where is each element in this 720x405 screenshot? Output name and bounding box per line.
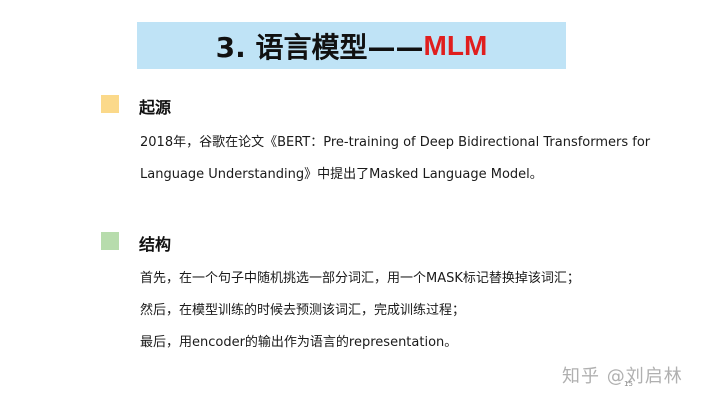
slide-title-accent: MLM bbox=[423, 29, 488, 61]
section-heading-origin: 起源 bbox=[139, 98, 172, 117]
origin-text-line: 2018年，谷歌在论文《BERT：Pre-training of Deep Bi… bbox=[140, 135, 651, 150]
section-marker-structure bbox=[101, 232, 119, 250]
slide-title-banner: 3. 语言模型—— MLM bbox=[137, 22, 566, 69]
structure-text-line: 最后，用encoder的输出作为语言的representation。 bbox=[140, 335, 458, 350]
slide-title: 3. 语言模型—— bbox=[215, 30, 424, 64]
structure-text-line: 首先，在一个句子中随机挑选一部分词汇，用一个MASK标记替换掉该词汇； bbox=[140, 271, 580, 286]
structure-text-line: 然后，在模型训练的时候去预测该词汇，完成训练过程； bbox=[140, 303, 466, 318]
watermark: 知乎 @刘启林 bbox=[562, 366, 683, 387]
origin-text-line: Language Understanding》中提出了Masked Langua… bbox=[140, 167, 543, 182]
section-heading-structure: 结构 bbox=[139, 235, 172, 254]
section-marker-origin bbox=[101, 95, 119, 113]
